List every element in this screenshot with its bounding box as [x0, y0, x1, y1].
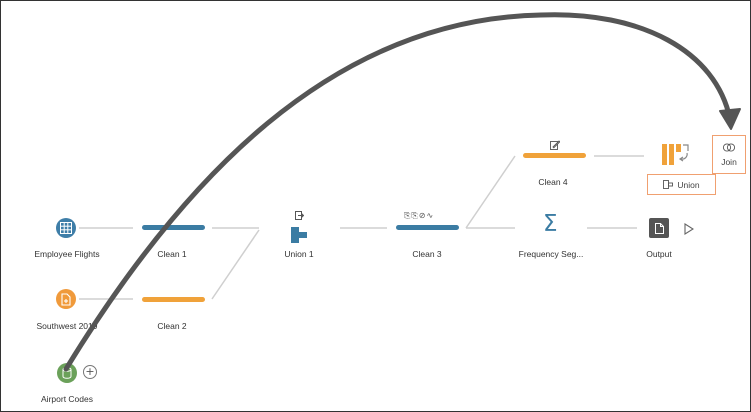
join-drag-preview[interactable] [660, 142, 694, 168]
clean-3-step[interactable] [396, 225, 459, 230]
sigma-icon[interactable]: Σ [543, 211, 558, 237]
clean-4-step[interactable] [523, 153, 586, 158]
airport-codes-node[interactable] [57, 363, 77, 383]
employee-flights-node[interactable] [56, 218, 76, 238]
union-icon[interactable] [291, 227, 311, 243]
employee-flights-label: Employee Flights [34, 249, 100, 259]
southwest-2019-node[interactable] [56, 289, 76, 309]
file-plus-icon [61, 292, 71, 306]
play-icon[interactable] [684, 223, 694, 235]
output-node[interactable] [649, 218, 669, 238]
join-drop-target[interactable]: Join [712, 135, 746, 174]
flow-connectors [79, 155, 644, 300]
clean-3-change-icons: ⎘⎘⊘∿ [404, 211, 435, 220]
output-file-icon [654, 222, 664, 234]
union-change-icon [295, 211, 304, 220]
database-icon [62, 367, 72, 379]
add-step-button[interactable]: + [83, 365, 97, 379]
clean-4-label: Clean 4 [538, 177, 568, 187]
union-small-icon [663, 180, 674, 189]
output-label: Output [646, 249, 672, 259]
union-drop-target[interactable]: Union [647, 174, 716, 195]
clean-1-label: Clean 1 [157, 249, 187, 259]
southwest-2019-label: Southwest 2019 [36, 321, 98, 331]
airport-codes-label: Airport Codes [41, 394, 93, 404]
union-1-label: Union 1 [284, 249, 314, 259]
clean-3-label: Clean 3 [412, 249, 442, 259]
flow-canvas: Employee Flights Southwest 2019 + Airpor… [0, 0, 751, 412]
clean-2-step[interactable] [142, 297, 205, 302]
pencil-icon [550, 140, 560, 150]
join-icon [722, 143, 736, 152]
clean-1-step[interactable] [142, 225, 205, 230]
join-target-label: Join [721, 157, 737, 167]
table-icon [60, 222, 72, 234]
frequency-label: Frequency Seg... [518, 249, 584, 259]
union-target-label: Union [677, 179, 700, 190]
clean-2-label: Clean 2 [157, 321, 187, 331]
